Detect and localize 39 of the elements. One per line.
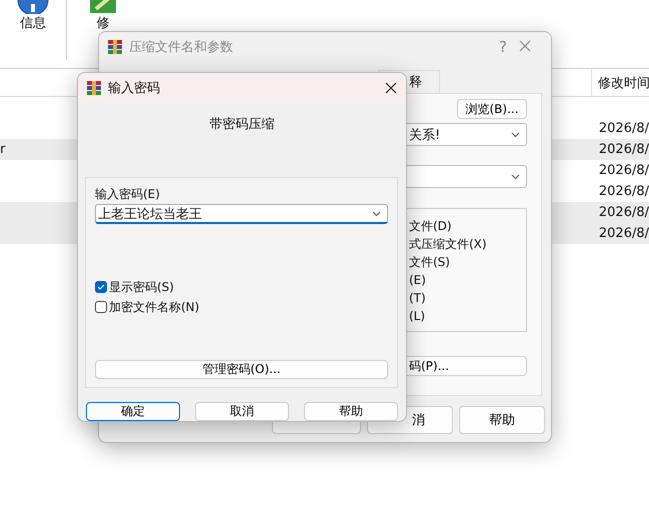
column-header[interactable]: 修改时间 — [591, 69, 649, 96]
option-label[interactable]: (E) — [409, 272, 526, 288]
repair-icon — [89, 0, 117, 14]
window-title: 压缩文件名和参数 — [129, 39, 233, 56]
date-cell: 2026/8/ — [598, 184, 649, 199]
toolbar-label[interactable]: 信息 — [20, 16, 46, 31]
dialog-heading: 带密码压缩 — [210, 117, 274, 132]
option-label[interactable]: 式压缩文件(X) — [409, 236, 526, 252]
checkbox[interactable] — [95, 281, 107, 294]
option-label[interactable]: 文件(D) — [409, 218, 526, 234]
window-title: 输入密码 — [108, 80, 160, 97]
checkbox[interactable] — [95, 301, 107, 314]
date-cell: 2026/8/ — [598, 205, 649, 220]
caret-icon — [511, 132, 520, 138]
caret-icon — [511, 174, 520, 180]
file-name: r — [0, 142, 6, 157]
dialog-button[interactable]: 取消 — [195, 402, 289, 421]
help-button[interactable]: 帮助 — [459, 406, 545, 434]
date-cell: 2026/8/ — [598, 121, 649, 136]
archive-icon — [86, 80, 102, 96]
option-label[interactable]: 文件(S) — [409, 254, 526, 270]
password-field[interactable]: 上老王论坛当老王 — [95, 204, 388, 224]
checkbox-label[interactable]: 显示密码(S) — [109, 278, 174, 296]
dialog-button[interactable]: 确定 — [86, 402, 180, 421]
toolbar-label[interactable]: 修 — [96, 16, 110, 31]
date-cell: 2026/8/ — [598, 163, 649, 178]
archive-icon — [107, 39, 123, 55]
close-icon[interactable] — [385, 82, 397, 94]
dialog-button[interactable]: 帮助 — [304, 402, 398, 421]
field-label: 输入密码(E) — [95, 186, 161, 202]
date-cell: 2026/8/ — [598, 142, 649, 157]
caret-icon — [372, 210, 381, 217]
browse-button[interactable]: 浏览(B)... — [457, 99, 527, 119]
manage-passwords-button[interactable]: 管理密码(O)... — [95, 360, 388, 380]
check-icon — [97, 284, 105, 290]
checkbox-label[interactable]: 加密文件名称(N) — [109, 298, 200, 316]
option-label[interactable]: (T) — [409, 290, 526, 306]
option-label[interactable]: (L) — [409, 308, 526, 324]
date-cell: 2026/8/ — [598, 226, 649, 241]
